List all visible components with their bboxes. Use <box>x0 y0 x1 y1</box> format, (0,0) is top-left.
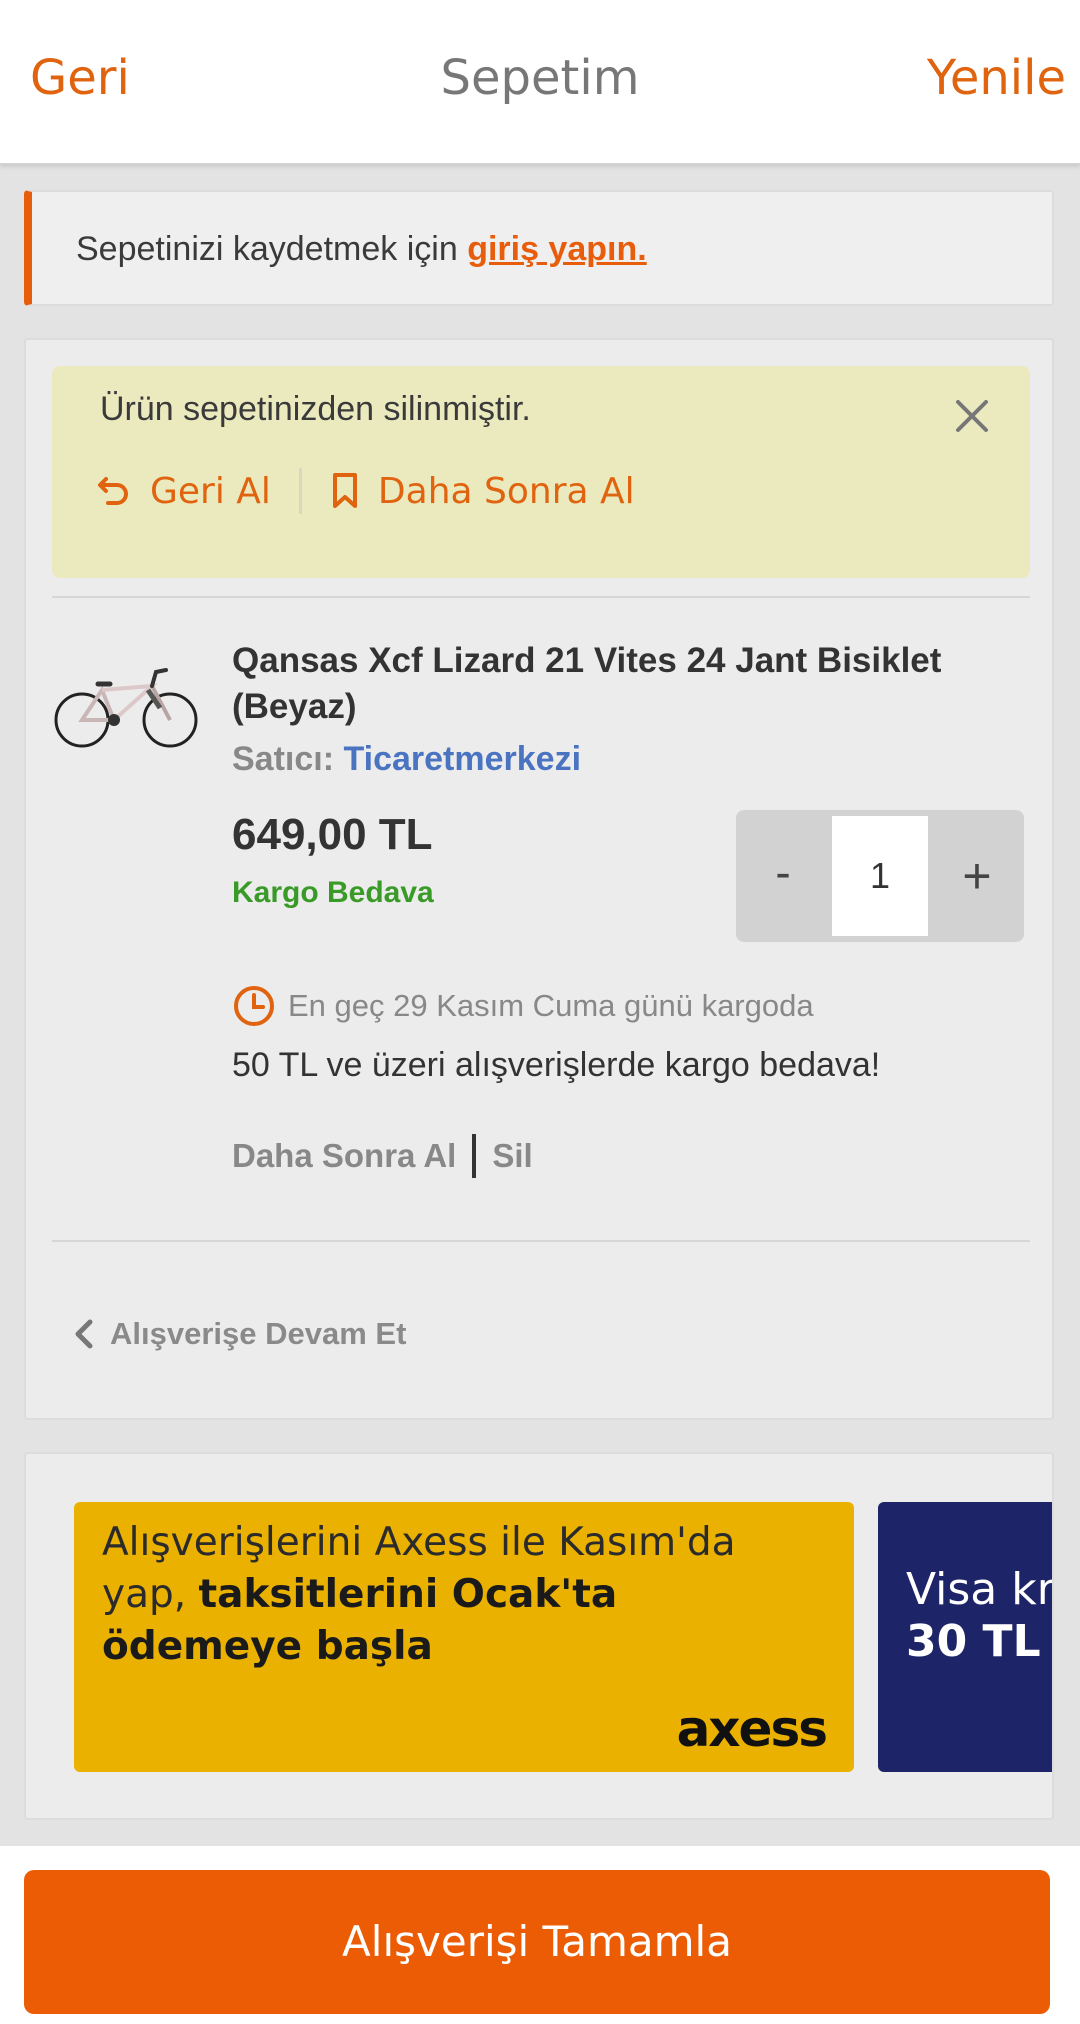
free-shipping-note: 50 TL ve üzeri alışverişlerde kargo beda… <box>232 1046 881 1084</box>
delivery-info: En geç 29 Kasım Cuma günü kargoda <box>232 984 814 1028</box>
login-link[interactable]: giriş yapın. <box>467 230 647 268</box>
banner-line-2-bold: taksitlerini Ocak'ta <box>198 1572 618 1617</box>
bookmark-icon <box>332 473 357 508</box>
quantity-stepper: - 1 + <box>736 810 1024 942</box>
item-actions: Daha Sonra Al Sil <box>232 1134 533 1178</box>
product-title[interactable]: Qansas Xcf Lizard 21 Vites 24 Jant Bisik… <box>232 638 1022 730</box>
bicycle-product-image[interactable] <box>52 650 202 760</box>
product-price: 649,00 TL <box>232 810 433 859</box>
increase-quantity-button[interactable]: + <box>930 810 1024 942</box>
clock-icon <box>234 986 274 1026</box>
divider <box>52 1240 1030 1242</box>
save-for-later-label: Daha Sonra Al <box>377 470 635 512</box>
bottom-checkout-bar: Alışverişi Tamamla <box>0 1846 1080 2024</box>
save-for-later-button[interactable]: Daha Sonra Al <box>330 471 635 512</box>
delete-item-link[interactable]: Sil <box>492 1137 532 1175</box>
continue-shopping-label: Alışverişe Devam Et <box>110 1316 407 1351</box>
banner-line-2-normal: yap, <box>102 1572 199 1617</box>
top-navigation-bar: Geri Sepetim Yenile <box>0 0 1080 164</box>
banner-line-2: yap, taksitlerini Ocak'ta <box>102 1572 617 1617</box>
visa-promo-banner[interactable]: Visa kr 30 TL <box>878 1502 1054 1772</box>
delivery-text: En geç 29 Kasım Cuma günü kargoda <box>288 988 814 1023</box>
banner-line-1: Visa kr <box>906 1564 1054 1615</box>
chevron-left-icon <box>75 1319 93 1349</box>
undo-label: Geri Al <box>150 470 271 512</box>
login-prompt-text: Sepetinizi kaydetmek için giriş yapın. <box>76 230 647 269</box>
seller-info: Satıcı: Ticaretmerkezi <box>232 740 581 779</box>
removed-message: Ürün sepetinizden silinmiştir. <box>100 390 531 428</box>
decrease-quantity-button[interactable]: - <box>736 810 830 942</box>
cart-card: Ürün sepetinizden silinmiştir. Geri Al D… <box>24 338 1054 1420</box>
item-removed-notice: Ürün sepetinizden silinmiştir. Geri Al D… <box>52 366 1030 578</box>
divider <box>52 596 1030 598</box>
banner-line-3: ödemeye başla <box>102 1624 433 1669</box>
login-prompt-box: Sepetinizi kaydetmek için giriş yapın. <box>24 190 1054 306</box>
free-shipping-label: Kargo Bedava <box>232 876 434 909</box>
banner-line-1: Alışverişlerini Axess ile Kasım'da <box>102 1520 736 1565</box>
undo-icon <box>98 477 128 505</box>
login-prompt-label: Sepetinizi kaydetmek için <box>76 230 468 268</box>
axess-logo: axess <box>676 1700 828 1758</box>
seller-link[interactable]: Ticaretmerkezi <box>344 740 582 778</box>
axess-promo-banner[interactable]: Alışverişlerini Axess ile Kasım'da yap, … <box>74 1502 854 1772</box>
seller-label: Satıcı: <box>232 740 335 778</box>
quantity-value[interactable]: 1 <box>832 816 928 936</box>
banner-line-2: 30 TL <box>906 1616 1041 1667</box>
refresh-button[interactable]: Yenile <box>927 50 1066 106</box>
action-separator <box>298 468 302 514</box>
item-save-for-later-link[interactable]: Daha Sonra Al <box>232 1137 456 1175</box>
action-separator <box>472 1134 477 1178</box>
undo-button[interactable]: Geri Al <box>96 471 271 512</box>
close-icon[interactable] <box>952 396 992 436</box>
continue-shopping-link[interactable]: Alışverişe Devam Et <box>72 1316 406 1352</box>
removed-actions: Geri Al Daha Sonra Al <box>96 466 635 516</box>
promo-carousel: Alışverişlerini Axess ile Kasım'da yap, … <box>24 1452 1054 1820</box>
complete-purchase-button[interactable]: Alışverişi Tamamla <box>24 1870 1050 2014</box>
page-title: Sepetim <box>440 50 640 106</box>
